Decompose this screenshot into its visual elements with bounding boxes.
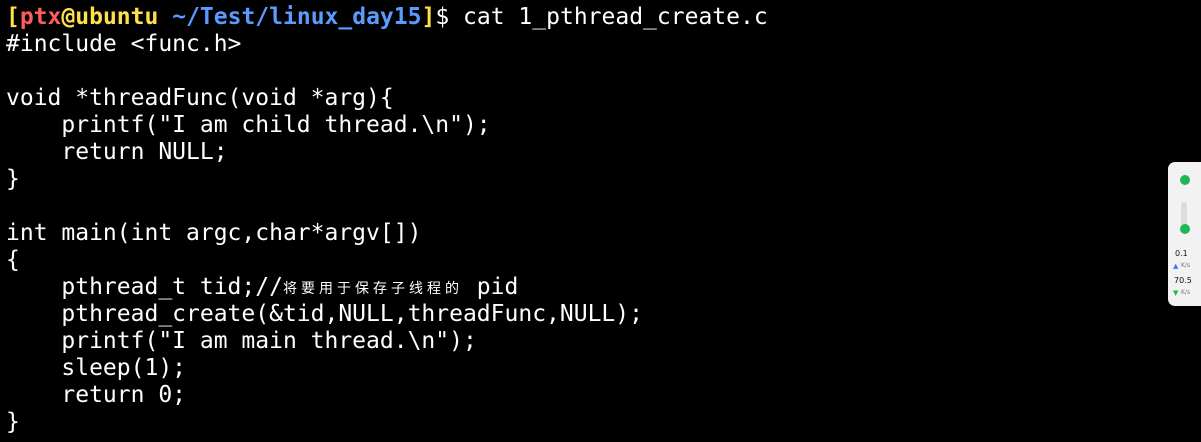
code-line: void *threadFunc(void *arg){ [6, 85, 394, 111]
prompt-at: @ [61, 4, 76, 30]
upload-arrow-icon: ▲ [1173, 262, 1179, 270]
code-comment: 将要用于保存子线程的 [282, 281, 463, 297]
shell-prompt-line: [ptx@ubuntu ~/Test/linux_day15]$ cat 1_p… [6, 4, 768, 31]
code-line: } [6, 409, 20, 435]
code-line: return 0; [6, 382, 187, 408]
code-comment-tail: pid [462, 274, 519, 300]
prompt-host: ubuntu [75, 4, 159, 30]
code-line: return NULL; [6, 139, 228, 165]
status-dot-icon [1180, 175, 1190, 185]
prompt-open-bracket: [ [6, 4, 20, 30]
prompt-close-bracket: ] [421, 4, 436, 30]
code-line: sleep(1); [6, 355, 187, 381]
code-line-with-comment: pthread_t tid;//将要用于保存子线程的 pid [6, 274, 518, 301]
code-line: } [6, 166, 20, 192]
download-speed-unit: K/s [1181, 289, 1191, 296]
upload-speed-unit: K/s [1181, 262, 1191, 269]
code-line: pthread_create(&tid,NULL,threadFunc,NULL… [6, 301, 643, 327]
prompt-symbol: $ [435, 4, 450, 30]
code-line: { [6, 247, 20, 273]
terminal-window[interactable]: [ptx@ubuntu ~/Test/linux_day15]$ cat 1_p… [0, 0, 1201, 442]
code-line: int main(int argc,char*argv[]) [6, 220, 422, 246]
upload-speed-value: 0.1 [1175, 249, 1188, 258]
network-speed-widget[interactable]: 0.1 ▲ K/s 70.5 ▼ K/s [1168, 162, 1201, 306]
code-line: printf("I am child thread.\n"); [6, 112, 491, 138]
status-dot-icon [1180, 224, 1190, 234]
download-arrow-icon: ▼ [1173, 289, 1179, 297]
prompt-path: ~/Test/linux_day15 [172, 4, 422, 30]
prompt-user: ptx [19, 4, 62, 30]
command-text: cat 1_pthread_create.c [463, 4, 768, 30]
code-text: pthread_t tid;// [6, 274, 283, 300]
code-line: #include <func.h> [6, 31, 242, 57]
download-speed-value: 70.5 [1174, 276, 1192, 285]
code-line: printf("I am main thread.\n"); [6, 328, 477, 354]
